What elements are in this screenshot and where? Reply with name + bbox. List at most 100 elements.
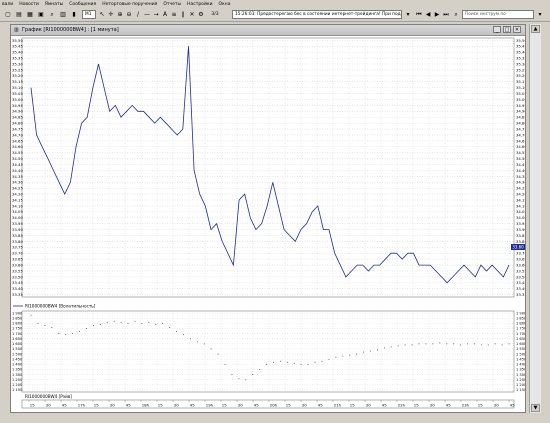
volume-point (162, 322, 164, 324)
close-button[interactable]: ✕ (513, 26, 521, 33)
crosshair-icon[interactable]: ✛ (107, 10, 115, 19)
chart-area[interactable]: 35.5035.4535.4035.3535.3035.2535.2035.15… (11, 36, 525, 413)
new-document-icon[interactable]: ▢ (3, 10, 13, 19)
interval-select[interactable]: M1 (82, 10, 96, 19)
volume-point (328, 358, 330, 360)
volume-point (176, 331, 177, 333)
volume-point (480, 344, 482, 346)
price-tick-label-right: 33.45 (516, 280, 525, 285)
price-tick-label-right: 35.15 (516, 79, 525, 84)
delete-icon[interactable]: ✕ (188, 10, 196, 19)
first-icon[interactable]: ⏮ (415, 10, 423, 19)
search-go-icon[interactable]: ▾ (536, 10, 544, 19)
time-tick-label: 15 (94, 402, 99, 407)
dropdown-arrow-icon[interactable]: ▾ (404, 10, 412, 19)
price-tick-label-right: 34.30 (516, 180, 525, 185)
next-icon[interactable]: ▶ (433, 10, 441, 19)
volume-point (321, 360, 323, 362)
volume-tick-label-left: 1 350 (12, 368, 23, 372)
chart-icon[interactable]: ▥ (58, 10, 68, 19)
menu-item-windows[interactable]: Окна (219, 2, 231, 7)
volume-point (141, 322, 143, 324)
current-value-label: 33.60 (512, 245, 524, 250)
volume-tick-label-right: 1 300 (516, 373, 525, 377)
volume-point (266, 363, 268, 365)
volume-point (501, 344, 503, 346)
price-tick-label-left: 34.30 (12, 180, 23, 185)
menu-item-limits[interactable]: Ямнаты (45, 2, 63, 7)
price-tick-label-left: 35.45 (12, 44, 23, 49)
time-tick-label: 45 (446, 402, 451, 407)
price-tick-label-left: 34.85 (12, 115, 23, 120)
menu-item-reports[interactable]: Отчеты (163, 2, 181, 7)
search-icon[interactable]: ⌕ (452, 10, 460, 19)
time-tick-label: 45 (190, 402, 195, 407)
cursor-icon[interactable]: ↖ (98, 10, 106, 19)
volume-point (418, 343, 420, 345)
maximize-button[interactable]: □ (503, 26, 511, 33)
time-tick-label: 30 (238, 402, 243, 407)
price-tick-label-left: 34.80 (12, 121, 23, 126)
volume-point (189, 338, 191, 340)
volume-point (342, 355, 344, 357)
zoom-out-icon[interactable]: ⊖ (125, 10, 133, 19)
menu-item-file[interactable]: вали (2, 2, 13, 7)
save-icon[interactable]: ▦ (25, 10, 35, 19)
volume-point (439, 342, 441, 344)
price-tick-label-left: 33.90 (12, 227, 23, 232)
chart-window-title: График [RI1000000BW4] : [1 минута] (22, 27, 119, 33)
fibonacci-icon[interactable]: ≡ (170, 10, 178, 19)
arrow-tool-icon[interactable]: → (152, 10, 160, 19)
volume-tick-label-left: 1 150 (12, 388, 23, 392)
minimize-button[interactable]: _ (493, 26, 501, 33)
volume-point (460, 344, 462, 346)
line-tool-icon[interactable]: / (134, 10, 142, 19)
text-tool-icon[interactable]: A (161, 10, 169, 19)
zoom-in-icon[interactable]: ⊕ (116, 10, 124, 19)
time-tick-label: 15 (478, 402, 483, 407)
price-tick-label-right: 34.00 (516, 215, 525, 220)
search-input[interactable]: Поиск инструм по (462, 10, 534, 19)
time-tick-label: 30 (174, 402, 179, 407)
price-tick-label-right: 35.00 (516, 97, 525, 102)
scroll-up-icon[interactable]: ▲ (531, 25, 540, 33)
price-tick-label-right: 33.65 (516, 257, 525, 262)
menu-item-messages[interactable]: Сообщения (69, 2, 96, 7)
volume-point (127, 322, 129, 324)
time-tick-label: 21h (334, 402, 342, 407)
bar-chart-icon[interactable]: ▮ (69, 10, 79, 19)
volume-left-axis: 1 9001 8501 8001 7501 7001 6501 6001 550… (12, 311, 23, 392)
volume-point (65, 334, 67, 336)
volume-point (86, 328, 87, 329)
price-tick-label-right: 33.70 (516, 251, 525, 256)
price-tick-label-left: 34.55 (12, 150, 23, 155)
hline-tool-icon[interactable]: — (143, 10, 151, 19)
time-tick-label: 15 (414, 402, 419, 407)
time-tick-label: 15 (222, 402, 227, 407)
scroll-down-icon[interactable]: ▼ (531, 404, 540, 412)
zoom-icon[interactable]: ⌕ (47, 10, 57, 19)
prev-icon[interactable]: ◀ (424, 10, 432, 19)
menu-item-settings[interactable]: Настройки (187, 2, 212, 7)
volume-point (432, 343, 434, 345)
volume-point (446, 343, 448, 345)
open-icon[interactable]: ▤ (14, 10, 24, 19)
price-tick-label-left: 35.10 (12, 85, 23, 90)
menu-item-non-trade-orders[interactable]: Неторговые поручения (102, 2, 157, 7)
price-tick-label-right: 33.80 (516, 239, 525, 244)
print-icon[interactable]: ▣ (36, 10, 46, 19)
volume-point (335, 356, 337, 358)
volume-point (397, 345, 399, 347)
menu-item-news[interactable]: Новости (19, 2, 39, 7)
volume-point (92, 324, 94, 326)
properties-icon[interactable]: ⚙ (197, 10, 205, 19)
price-tick-label-right: 35.30 (516, 61, 525, 66)
price-tick-label-right: 33.90 (516, 227, 525, 232)
volume-point (370, 350, 371, 352)
volume-tick-label-left: 1 200 (12, 383, 23, 387)
price-tick-label-right: 33.50 (516, 274, 525, 279)
channel-icon[interactable]: ∥ (179, 10, 187, 19)
vertical-scrollbar[interactable]: ▲ ▼ (529, 24, 541, 413)
price-tick-label-left: 34.90 (12, 109, 23, 114)
last-icon[interactable]: ⏭ (442, 10, 450, 19)
